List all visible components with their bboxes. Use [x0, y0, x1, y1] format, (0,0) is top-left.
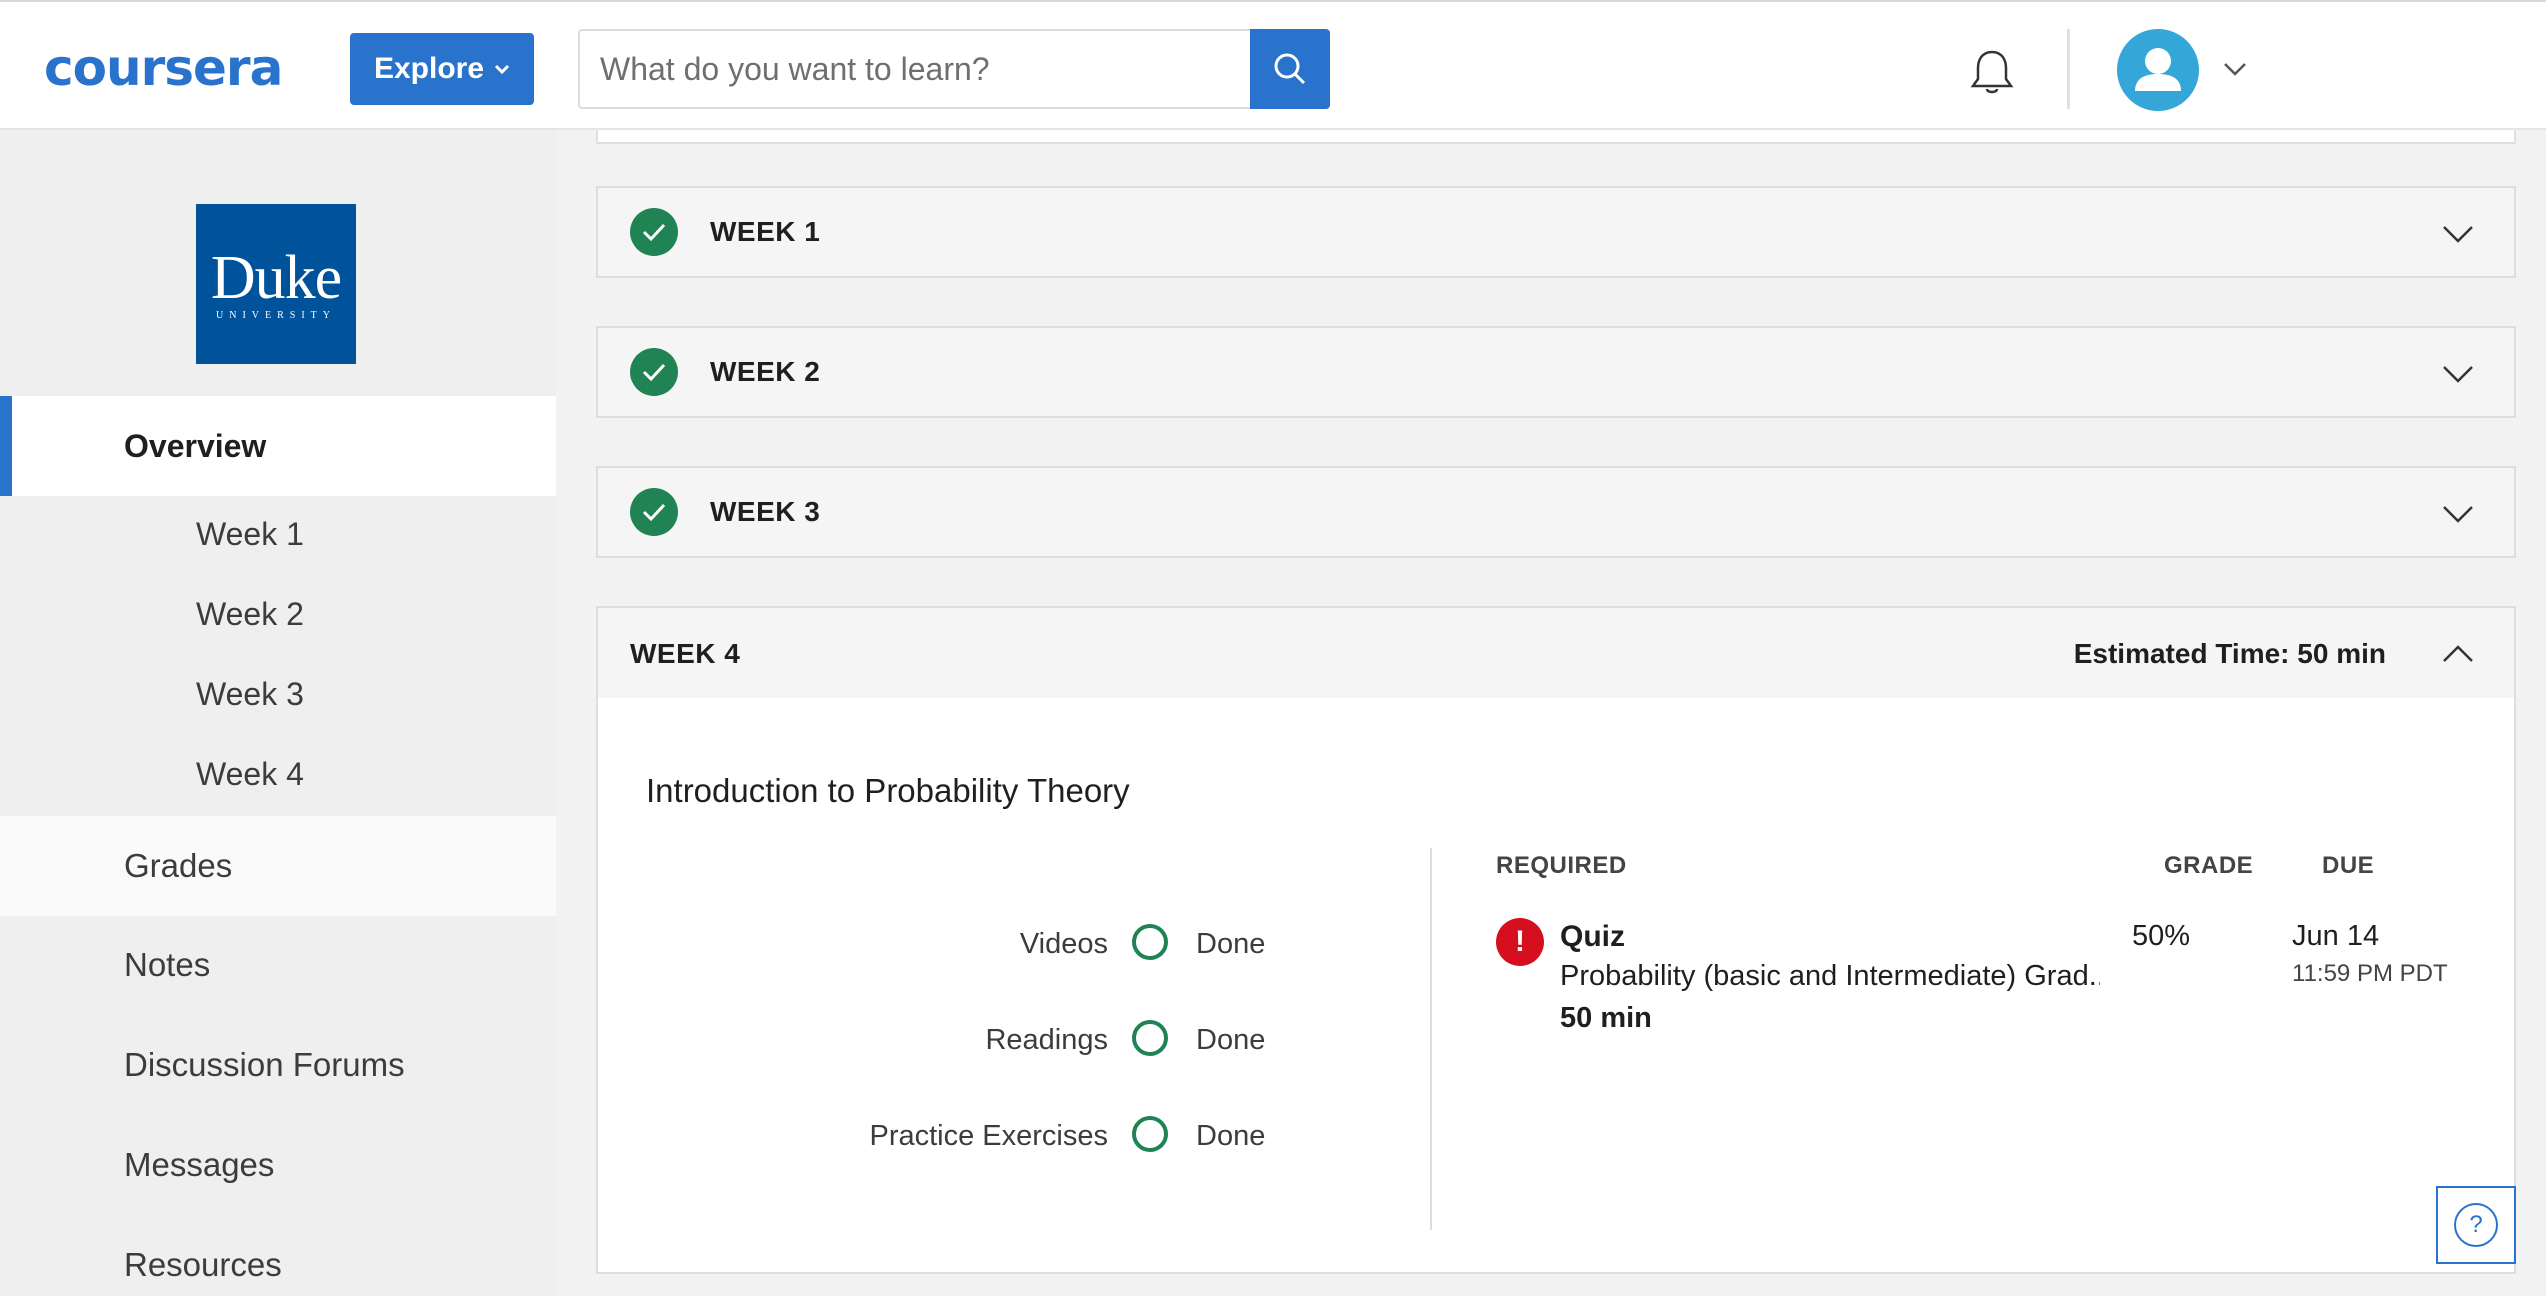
- completed-check-icon: [630, 348, 678, 396]
- week-1-card[interactable]: WEEK 1: [596, 186, 2516, 278]
- progress-status: Done: [1196, 1024, 1266, 1056]
- help-button[interactable]: ?: [2436, 1186, 2516, 1264]
- column-divider: [1430, 848, 1432, 1230]
- sidebar-item-overview[interactable]: Overview: [0, 396, 556, 496]
- header-divider: [2067, 29, 2070, 109]
- required-column-header: REQUIRED: [1496, 852, 1627, 879]
- progress-status: Done: [1196, 1120, 1266, 1152]
- week-title: WEEK 2: [710, 356, 821, 387]
- progress-label: Readings: [985, 1024, 1108, 1056]
- item-due-time: 11:59 PM PDT: [2292, 960, 2448, 987]
- sidebar-item-week-3[interactable]: Week 3: [196, 676, 304, 713]
- bell-icon[interactable]: [1966, 46, 2018, 98]
- done-circle-icon: [1132, 1116, 1168, 1152]
- week-2-card[interactable]: WEEK 2: [596, 326, 2516, 418]
- duke-university-logo: Duke UNIVERSITY: [196, 204, 356, 364]
- sidebar-item-week-2[interactable]: Week 2: [196, 596, 304, 633]
- progress-row-readings: Readings Done: [598, 1016, 1288, 1066]
- item-due-date: Jun 14: [2292, 920, 2380, 952]
- progress-status: Done: [1196, 928, 1266, 960]
- chevron-down-icon[interactable]: [2222, 60, 2248, 78]
- chevron-down-icon[interactable]: [2442, 364, 2474, 384]
- explore-button[interactable]: Explore: [350, 33, 534, 105]
- sidebar-item-label: Grades: [124, 847, 233, 884]
- alert-icon: !: [1496, 918, 1544, 966]
- week-title: WEEK 1: [710, 216, 821, 247]
- week-3-card[interactable]: WEEK 3: [596, 466, 2516, 558]
- top-header: coursera Explore: [0, 0, 2546, 130]
- coursera-logo[interactable]: coursera: [44, 40, 283, 96]
- explore-label: Explore: [373, 52, 485, 85]
- chevron-down-icon: [494, 64, 510, 74]
- week-title: WEEK 4: [630, 638, 741, 669]
- previous-card-edge: [596, 130, 2516, 144]
- chevron-down-icon[interactable]: [2442, 504, 2474, 524]
- progress-row-videos: Videos Done: [598, 920, 1288, 970]
- week-4-card: WEEK 4 Estimated Time: 50 min Introducti…: [596, 606, 2516, 1274]
- sidebar-item-label: Overview: [124, 427, 267, 464]
- completed-check-icon: [630, 208, 678, 256]
- progress-label: Practice Exercises: [869, 1120, 1108, 1152]
- item-type[interactable]: Quiz: [1560, 920, 1625, 954]
- sidebar-item-messages[interactable]: Messages: [124, 1146, 274, 1184]
- sidebar-item-week-4[interactable]: Week 4: [196, 756, 304, 793]
- avatar[interactable]: [2117, 29, 2199, 111]
- sidebar-item-week-1[interactable]: Week 1: [196, 516, 304, 553]
- active-indicator: [0, 396, 12, 496]
- item-name-link[interactable]: Probability (basic and Intermediate) Gra…: [1560, 960, 2100, 993]
- chevron-up-icon[interactable]: [2442, 644, 2474, 664]
- search-button[interactable]: [1250, 29, 1330, 109]
- estimated-time: Estimated Time: 50 min: [2073, 638, 2386, 669]
- item-grade: 50%: [2132, 920, 2191, 952]
- due-column-header: DUE: [2322, 852, 2375, 879]
- item-duration: 50 min: [1560, 1002, 1652, 1034]
- help-icon: ?: [2454, 1203, 2498, 1247]
- week-title: WEEK 3: [710, 496, 821, 527]
- done-circle-icon: [1132, 1020, 1168, 1056]
- user-icon: [2135, 48, 2181, 91]
- sidebar-item-discussion-forums[interactable]: Discussion Forums: [124, 1046, 405, 1084]
- sidebar-item-notes[interactable]: Notes: [124, 946, 210, 984]
- lesson-title[interactable]: Introduction to Probability Theory: [646, 772, 1130, 810]
- search-icon: [1274, 53, 1306, 85]
- sidebar: Duke UNIVERSITY Overview Week 1 Week 2 W…: [0, 130, 556, 1296]
- done-circle-icon: [1132, 924, 1168, 960]
- search-input[interactable]: [578, 29, 1250, 109]
- week-4-header[interactable]: WEEK 4 Estimated Time: 50 min: [598, 608, 2514, 698]
- progress-row-practice-exercises: Practice Exercises Done: [598, 1112, 1288, 1162]
- completed-check-icon: [630, 488, 678, 536]
- chevron-down-icon[interactable]: [2442, 224, 2474, 244]
- sidebar-item-grades[interactable]: Grades: [0, 816, 556, 916]
- grade-column-header: GRADE: [2164, 852, 2254, 879]
- progress-label: Videos: [1019, 928, 1108, 960]
- sidebar-item-resources[interactable]: Resources: [124, 1246, 282, 1284]
